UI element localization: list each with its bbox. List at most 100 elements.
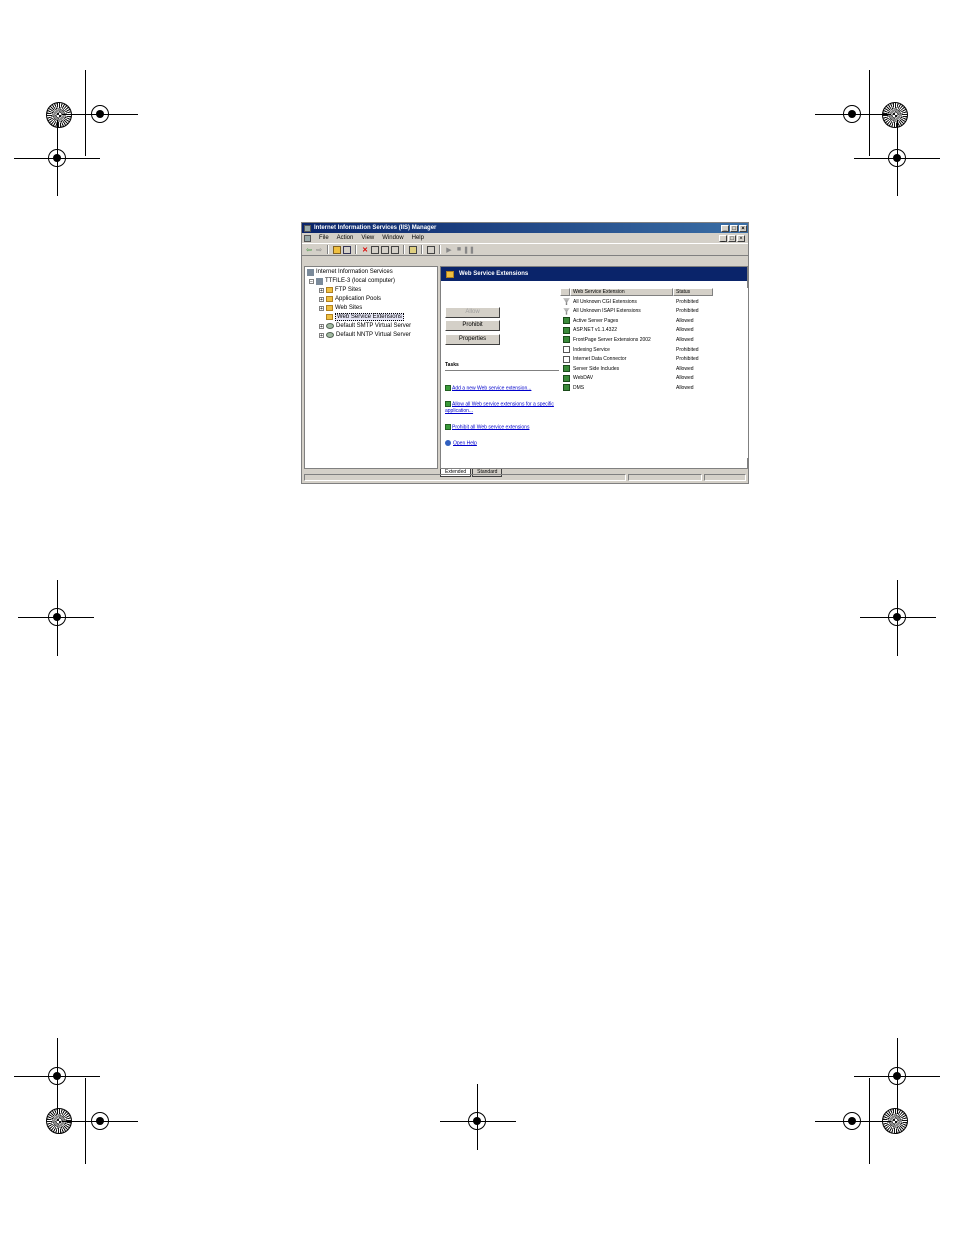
table-row[interactable]: DMS Allowed xyxy=(560,383,748,392)
up-folder-icon[interactable] xyxy=(333,245,341,254)
expand-icon[interactable]: + xyxy=(319,332,324,338)
tree-item-label: FTP Sites xyxy=(335,287,362,293)
maximize-button[interactable]: □ xyxy=(730,224,738,232)
tasks-divider xyxy=(445,370,559,371)
pause-icon[interactable]: ❚❚ xyxy=(463,246,475,254)
table-row[interactable]: ASP.NET v1.1.4322 Allowed xyxy=(560,326,748,335)
help-icon xyxy=(445,440,451,446)
registration-mark-icon xyxy=(91,105,109,123)
properties-icon[interactable] xyxy=(371,245,379,254)
help-link-label: Open Help xyxy=(453,440,477,447)
refresh-icon[interactable] xyxy=(381,245,389,254)
table-row[interactable]: Server Side Includes Allowed xyxy=(560,364,748,373)
menu-view[interactable]: View xyxy=(357,235,378,241)
app-icon xyxy=(304,224,311,232)
properties-button[interactable]: Properties xyxy=(445,334,500,345)
help-icon[interactable] xyxy=(409,245,417,254)
iis-icon xyxy=(307,268,314,276)
extension-status: Prohibited xyxy=(676,308,699,315)
show-hide-tree-icon[interactable] xyxy=(343,245,351,254)
table-row[interactable]: All Unknown CGI Extensions Prohibited xyxy=(560,297,748,306)
menu-window[interactable]: Window xyxy=(378,235,407,241)
tree-item-smtp[interactable]: + Default SMTP Virtual Server xyxy=(319,322,411,330)
task-prohibit-all[interactable]: Prohibit all Web service extensions xyxy=(445,424,563,431)
toolbar-separator xyxy=(421,245,423,254)
task-add-extension[interactable]: Add a new Web service extension... xyxy=(445,385,563,392)
mmc-icon[interactable] xyxy=(304,234,311,242)
registration-mark-icon xyxy=(843,1112,861,1130)
tree-item-nntp[interactable]: + Default NNTP Virtual Server xyxy=(319,331,411,339)
tree-item-web-sites[interactable]: + Web Sites xyxy=(319,304,362,312)
table-row[interactable]: WebDAV Allowed xyxy=(560,374,748,383)
title-bar[interactable]: Internet Information Services (IIS) Mana… xyxy=(302,223,748,233)
registration-mark-icon xyxy=(48,1067,66,1085)
expand-icon[interactable]: + xyxy=(319,305,324,311)
document-icon xyxy=(563,346,570,353)
extension-status: Prohibited xyxy=(676,356,699,363)
delete-icon[interactable]: ✕ xyxy=(361,246,369,254)
expand-icon[interactable]: + xyxy=(319,323,324,329)
panel-header: Web Service Extensions xyxy=(441,267,747,281)
task-label: Add a new Web service extension... xyxy=(452,385,532,392)
extension-name: All Unknown CGI Extensions xyxy=(573,298,637,305)
play-icon[interactable]: ▶ xyxy=(445,246,453,254)
table-row[interactable]: Internet Data Connector Prohibited xyxy=(560,355,748,364)
table-row[interactable]: Indexing Service Prohibited xyxy=(560,345,748,354)
registration-mark-icon xyxy=(888,149,906,167)
extension-status: Allowed xyxy=(676,365,694,372)
extension-name: Server Side Includes xyxy=(573,365,620,372)
extension-name: Indexing Service xyxy=(573,346,610,353)
tree-item-application-pools[interactable]: + Application Pools xyxy=(319,295,381,303)
child-restore-button[interactable]: □ xyxy=(728,234,736,242)
extension-name: WebDAV xyxy=(573,375,594,382)
status-bar xyxy=(304,474,746,482)
table-row[interactable]: All Unknown ISAPI Extensions Prohibited xyxy=(560,307,748,316)
expand-icon[interactable]: + xyxy=(319,296,324,302)
tree-item-ftp-sites[interactable]: + FTP Sites xyxy=(319,286,361,294)
column-header-extension[interactable]: Web Service Extension xyxy=(570,288,673,296)
export-icon[interactable] xyxy=(391,245,399,254)
extension-status: Allowed xyxy=(676,327,694,334)
print-icon[interactable] xyxy=(427,245,435,254)
extension-name: FrontPage Server Extensions 2002 xyxy=(573,336,651,343)
forward-icon[interactable]: ⇨ xyxy=(315,246,323,254)
tree-item-label: Default SMTP Virtual Server xyxy=(336,323,412,329)
back-icon[interactable]: ⇦ xyxy=(305,246,313,254)
tree-item-web-service-extensions[interactable]: Web Service Extensions xyxy=(326,313,404,321)
web-extension-icon xyxy=(563,336,570,344)
folder-icon xyxy=(326,314,333,320)
toolbar-separator xyxy=(355,245,357,254)
tree-item-label: Default NNTP Virtual Server xyxy=(336,332,411,338)
stop-icon[interactable]: ■ xyxy=(455,246,463,254)
folder-icon xyxy=(326,305,333,311)
minimize-button[interactable]: _ xyxy=(721,224,729,232)
task-allow-all[interactable]: Allow all Web service extensions for a s… xyxy=(445,401,563,415)
table-row[interactable]: Active Server Pages Allowed xyxy=(560,316,748,325)
menu-action[interactable]: Action xyxy=(333,235,358,241)
window-title: Internet Information Services (IIS) Mana… xyxy=(314,225,437,231)
menu-file[interactable]: File xyxy=(315,235,333,241)
expand-icon[interactable]: + xyxy=(319,287,324,293)
details-pane: Web Service Extensions Allow Prohibit Pr… xyxy=(440,266,748,469)
child-minimize-button[interactable]: _ xyxy=(719,234,727,242)
color-bar-icon xyxy=(46,102,72,128)
child-close-button[interactable]: × xyxy=(737,234,745,242)
column-header-status[interactable]: Status xyxy=(673,288,713,296)
prohibit-button[interactable]: Prohibit xyxy=(445,320,500,331)
table-row[interactable]: FrontPage Server Extensions 2002 Allowed xyxy=(560,335,748,344)
menu-help[interactable]: Help xyxy=(408,235,428,241)
tree-computer[interactable]: − TTFILE-3 (local computer) xyxy=(309,277,395,285)
allow-button[interactable]: Allow xyxy=(445,307,500,318)
folder-icon xyxy=(326,287,333,293)
status-panel xyxy=(704,474,746,481)
crop-line xyxy=(85,70,86,156)
tree-root[interactable]: Internet Information Services xyxy=(307,268,393,276)
close-button[interactable]: × xyxy=(739,224,747,232)
open-help-link[interactable]: Open Help xyxy=(445,440,563,447)
web-extension-icon xyxy=(563,374,570,382)
collapse-icon[interactable]: − xyxy=(309,278,314,284)
icon-column-header[interactable] xyxy=(560,288,570,296)
registration-mark-icon xyxy=(888,608,906,626)
filter-icon xyxy=(563,298,570,305)
extension-name: Internet Data Connector xyxy=(573,356,627,363)
